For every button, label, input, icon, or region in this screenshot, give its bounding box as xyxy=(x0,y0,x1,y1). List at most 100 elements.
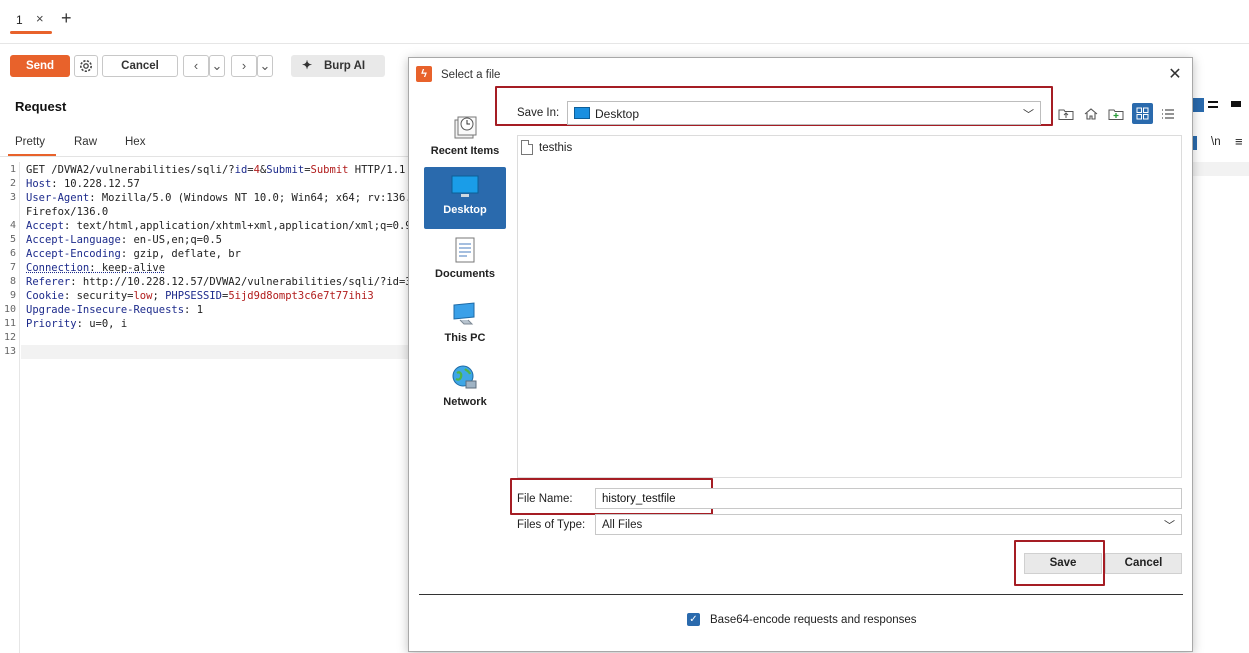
place-label: Network xyxy=(443,396,487,408)
documents-icon xyxy=(450,235,480,265)
line-number: 8 xyxy=(9,276,16,287)
chevron-left-icon: ‹ xyxy=(193,58,199,73)
burp-ai-label: Burp AI xyxy=(324,60,366,72)
response-line-highlight xyxy=(1193,162,1249,176)
file-name-label: File Name: xyxy=(517,493,573,505)
grid-view-icon[interactable] xyxy=(1132,103,1153,124)
tab-close-icon[interactable]: × xyxy=(36,11,44,26)
tab-1[interactable]: 1 × xyxy=(10,8,52,34)
place-label: Documents xyxy=(435,268,495,280)
line-number: 13 xyxy=(3,346,16,357)
place-documents[interactable]: Documents xyxy=(424,231,506,293)
layout-toggle-icon[interactable] xyxy=(1192,98,1204,112)
chevron-down-icon: ⌄ xyxy=(211,58,223,73)
back-button[interactable]: ‹ xyxy=(183,55,209,77)
code-line: Accept-Language: en-US,en;q=0.5 xyxy=(26,234,222,246)
code-line: Accept: text/html,application/xhtml+xml,… xyxy=(26,220,408,232)
desktop-icon xyxy=(450,171,480,201)
code-line: Firefox/136.0 xyxy=(26,206,109,218)
code-line: Upgrade-Insecure-Requests: 1 xyxy=(26,304,204,316)
request-panel-title: Request xyxy=(15,99,67,114)
line-number: 2 xyxy=(9,178,16,189)
up-folder-icon[interactable] xyxy=(1057,105,1075,123)
current-line-highlight xyxy=(21,345,408,359)
line-number: 7 xyxy=(9,262,16,273)
request-editor[interactable]: 1 2 3 4 5 6 7 8 9 10 11 12 13 GET /DVWA2… xyxy=(0,162,408,653)
place-label: Desktop xyxy=(443,204,487,216)
line-number: 11 xyxy=(3,318,16,329)
files-of-type-value: All Files xyxy=(602,519,643,531)
line-number-gutter: 1 2 3 4 5 6 7 8 9 10 11 12 13 xyxy=(0,162,20,653)
save-button[interactable]: Save xyxy=(1024,553,1102,574)
list-view-icon[interactable] xyxy=(1159,105,1177,123)
divider xyxy=(419,594,1183,595)
line-number: 10 xyxy=(3,304,16,315)
cancel-request-button[interactable]: Cancel xyxy=(102,55,178,77)
place-label: Recent Items xyxy=(430,145,500,157)
chevron-down-icon: ﹀ xyxy=(1023,109,1034,121)
new-folder-icon[interactable] xyxy=(1107,105,1125,123)
code-line: Priority: u=0, i xyxy=(26,318,128,330)
recent-items-icon xyxy=(450,112,480,142)
file-name: testhis xyxy=(539,142,573,154)
line-number: 4 xyxy=(9,220,16,231)
save-in-value: Desktop xyxy=(595,107,640,121)
place-this-pc[interactable]: This PC xyxy=(424,295,506,357)
line-number: 9 xyxy=(9,290,16,301)
back-history-dropdown[interactable]: ⌄ xyxy=(209,55,225,77)
line-number: 12 xyxy=(3,332,16,343)
forward-button[interactable]: › xyxy=(231,55,257,77)
place-recent-items[interactable]: Recent Items xyxy=(424,108,506,170)
gear-icon xyxy=(80,60,92,72)
save-in-select[interactable]: Desktop ﹀ xyxy=(567,101,1041,125)
chevron-down-icon: ⌄ xyxy=(259,58,271,73)
sparkle-icon: ✦ xyxy=(302,58,313,72)
chevron-right-icon: › xyxy=(241,58,247,73)
code-line: Accept-Encoding: gzip, deflate, br xyxy=(26,248,241,260)
code-line: Connection: keep-alive xyxy=(26,262,166,274)
tab-bar: 1 × + xyxy=(0,0,1249,44)
tab-1-label: 1 xyxy=(16,13,23,27)
line-number: 1 xyxy=(9,164,16,175)
line-number: 6 xyxy=(9,248,16,259)
line-number: 5 xyxy=(9,234,16,245)
file-icon xyxy=(521,140,533,155)
place-desktop[interactable]: Desktop xyxy=(424,167,506,229)
desktop-icon xyxy=(574,107,590,119)
place-network[interactable]: Network xyxy=(424,359,506,421)
code-line: User-Agent: Mozilla/5.0 (Windows NT 10.0… xyxy=(26,192,408,204)
layout-single-icon[interactable] xyxy=(1228,98,1244,112)
place-label: This PC xyxy=(444,332,486,344)
code-line: GET /DVWA2/vulnerabilities/sqli/?id=4&Su… xyxy=(26,164,406,176)
menu-icon[interactable]: ≡ xyxy=(1235,134,1243,149)
tab-hex[interactable]: Hex xyxy=(125,136,145,148)
file-name-input[interactable] xyxy=(595,488,1182,509)
cancel-button[interactable]: Cancel xyxy=(1105,553,1182,574)
base64-checkbox-label: Base64-encode requests and responses xyxy=(710,614,917,626)
home-icon[interactable] xyxy=(1082,105,1100,123)
close-icon[interactable]: ✕ xyxy=(1165,64,1185,84)
send-button[interactable]: Send xyxy=(10,55,70,77)
line-number: 3 xyxy=(9,192,16,203)
divider xyxy=(0,156,408,157)
save-in-label: Save In: xyxy=(517,107,560,119)
code-line: Host: 10.228.12.57 xyxy=(26,178,140,190)
tab-active-underline xyxy=(10,31,52,34)
files-of-type-select[interactable]: All Files ﹀ xyxy=(595,514,1182,535)
burp-logo-icon: ϟ xyxy=(416,66,432,82)
select-file-dialog: ϟ Select a file ✕ Save In: Desktop ﹀ Rec… xyxy=(408,57,1193,652)
burp-ai-button[interactable]: ✦ Burp AI xyxy=(291,55,385,77)
settings-button[interactable] xyxy=(74,55,98,77)
add-tab-icon[interactable]: + xyxy=(61,8,72,29)
network-globe-icon xyxy=(450,363,480,393)
code-line: Cookie: security=low; PHPSESSID=5ijd9d8o… xyxy=(26,290,374,302)
layout-rows-icon[interactable] xyxy=(1205,98,1221,112)
forward-history-dropdown[interactable]: ⌄ xyxy=(257,55,273,77)
tab-raw[interactable]: Raw xyxy=(74,136,97,148)
file-list[interactable]: testhis xyxy=(517,135,1182,478)
base64-checkbox[interactable]: ✓ xyxy=(687,613,700,626)
code-line: Referer: http://10.228.12.57/DVWA2/vulne… xyxy=(26,276,408,288)
tab-pretty[interactable]: Pretty xyxy=(15,136,45,148)
newline-toggle[interactable]: \n xyxy=(1211,136,1221,148)
files-of-type-label: Files of Type: xyxy=(517,519,586,531)
